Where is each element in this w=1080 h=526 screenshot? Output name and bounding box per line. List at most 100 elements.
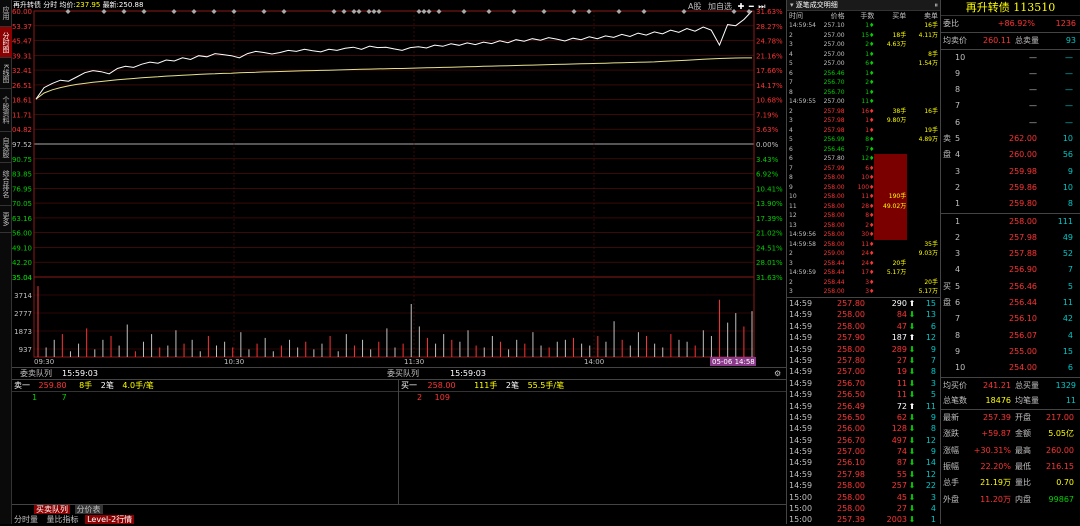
news-marker-icon[interactable] (486, 9, 492, 14)
pct-tick-label: 13.90% (756, 200, 783, 208)
volume-tick-label: 3714 (14, 292, 32, 300)
dropdown-icon[interactable]: ▾ (790, 1, 794, 9)
tick-sell (907, 69, 940, 79)
ask-volume: — (1065, 101, 1073, 111)
news-marker-icon[interactable] (571, 9, 577, 14)
news-marker-icon[interactable] (171, 9, 177, 14)
tick-time: 9 (789, 183, 793, 191)
news-marker-icon[interactable] (101, 9, 107, 14)
news-marker-icon[interactable] (356, 9, 362, 14)
sidebar-item-apps[interactable]: 应用 (0, 0, 12, 27)
buy-queue-label[interactable]: 委买队列 (387, 368, 419, 379)
tick-row: 4 257.00 1♦ 8手 (787, 50, 940, 60)
sidebar-item-more[interactable]: 更多 (0, 206, 12, 233)
ask-level-row: 8 — — (941, 82, 1080, 98)
tick-lots: 10♦ (861, 174, 875, 181)
stat-label: 内盘 (1015, 494, 1031, 504)
sidebar-item-ranking[interactable]: 综合排名 (0, 163, 12, 206)
tick-price: 257.98 (823, 107, 845, 115)
buy-price: 258.00 (427, 381, 456, 390)
news-marker-icon[interactable] (511, 9, 517, 14)
sidebar-item-intraday[interactable]: 分时图 (0, 27, 12, 58)
tick-buy (874, 230, 908, 240)
tick-buy (874, 88, 907, 98)
ask-level-num: 3 (955, 166, 961, 176)
news-marker-icon[interactable] (731, 9, 737, 14)
arrow-down-icon: ⬇ (908, 458, 916, 468)
news-marker-icon[interactable] (426, 9, 432, 14)
trade-time: 15:00 (789, 504, 813, 514)
news-marker-icon[interactable] (65, 9, 71, 14)
news-marker-icon[interactable] (191, 9, 197, 14)
news-marker-icon[interactable] (416, 9, 422, 14)
news-marker-icon[interactable] (616, 9, 622, 14)
news-marker-icon[interactable] (641, 9, 647, 14)
bid-avg-label: 均买价 (943, 380, 967, 390)
news-marker-icon[interactable] (586, 9, 592, 14)
settings-icon[interactable]: ⚙ (774, 368, 781, 379)
ask-level-row: 10 — — (941, 50, 1080, 66)
tick-lots: 7♦ (865, 145, 875, 153)
price-tick-label: 232.41 (12, 67, 32, 75)
sell-price: 259.80 (38, 381, 67, 390)
volume-tick-label: 2777 (14, 310, 32, 318)
news-marker-icon[interactable] (421, 9, 427, 14)
stat-value: 217.00 (1046, 413, 1074, 423)
arrow-up-icon: ⬆ (908, 401, 916, 411)
news-marker-icon[interactable] (261, 9, 267, 14)
tick-price: 257.00 (823, 41, 845, 48)
news-marker-icon[interactable] (141, 9, 147, 14)
tick-price: 257.10 (823, 22, 845, 29)
tab-price-table[interactable]: 分价表 (74, 505, 103, 514)
sidebar-item-kline[interactable]: K线图 (0, 58, 12, 89)
price-tick-label: 260.00 (12, 8, 32, 16)
news-marker-icon[interactable] (211, 9, 217, 14)
news-marker-icon[interactable] (541, 9, 547, 14)
news-marker-icon[interactable] (436, 9, 442, 14)
sell-queue-label[interactable]: 委卖队列 (20, 368, 52, 379)
pct-tick-label: 24.78% (756, 38, 783, 46)
trade-row: 15:00 257.39 2003 ⬇ 1 (787, 514, 940, 525)
tab-order-queue[interactable]: 买卖队列 (34, 505, 70, 514)
stat-row: 振幅 22.20% 最低 216.15 (941, 459, 1080, 475)
ask-level-num: 9 (955, 68, 961, 78)
trade-time: 14:59 (789, 378, 813, 388)
news-marker-icon[interactable] (351, 9, 357, 14)
sidebar-item-watchlist[interactable]: 自选股 (0, 132, 12, 163)
tick-lots: 100♦ (857, 183, 875, 191)
intraday-chart[interactable]: 260.00 253.37 245.47 239.31 232.41 226.51 218.… (12, 0, 786, 367)
tick-time: 4 (789, 126, 793, 134)
tick-buy: 4.63万 (886, 41, 907, 48)
ask-price: 259.98 (1009, 166, 1037, 176)
news-marker-icon[interactable] (746, 9, 752, 14)
sidebar-item-profile[interactable]: 个股资料 (0, 89, 12, 132)
news-marker-icon[interactable] (461, 9, 467, 14)
bid-price: 257.88 (1009, 249, 1037, 259)
tab-volume-ratio[interactable]: 量比指标 (45, 515, 81, 524)
ask-side-char (941, 98, 955, 114)
news-marker-icon[interactable] (681, 9, 687, 14)
trade-volume: 19 (896, 367, 907, 377)
tab-level2[interactable]: Level-2行情 (85, 515, 135, 524)
pause-icon[interactable]: ⏸ (935, 0, 939, 11)
stat-label: 最高 (1015, 445, 1031, 455)
price-tick-label: 149.10 (12, 244, 32, 252)
news-marker-icon[interactable] (231, 9, 237, 14)
tab-intraday-volume[interactable]: 分时量 (12, 515, 40, 524)
trade-row: 14:59 256.00 128 ⬇ 8 (787, 423, 940, 434)
news-marker-icon[interactable] (371, 9, 377, 14)
news-marker-icon[interactable] (341, 9, 347, 14)
ask-level-row: 7 — — (941, 98, 1080, 114)
news-marker-icon[interactable] (281, 9, 287, 14)
price-tick-label: 197.52 (12, 141, 32, 149)
buy-queue: 买一 258.00 111手 2笔 55.5手/笔 2 109 (399, 380, 786, 505)
trade-time: 14:59 (789, 447, 813, 457)
news-marker-icon[interactable] (331, 9, 337, 14)
news-marker-icon[interactable] (121, 9, 127, 14)
news-marker-icon[interactable] (366, 9, 372, 14)
tick-time: 8 (789, 174, 793, 181)
news-marker-icon[interactable] (376, 9, 382, 14)
ask-volume: 10 (1062, 134, 1073, 144)
tick-buy (874, 287, 907, 297)
stat-row: 最新 257.39 开盘 217.00 (941, 410, 1080, 426)
